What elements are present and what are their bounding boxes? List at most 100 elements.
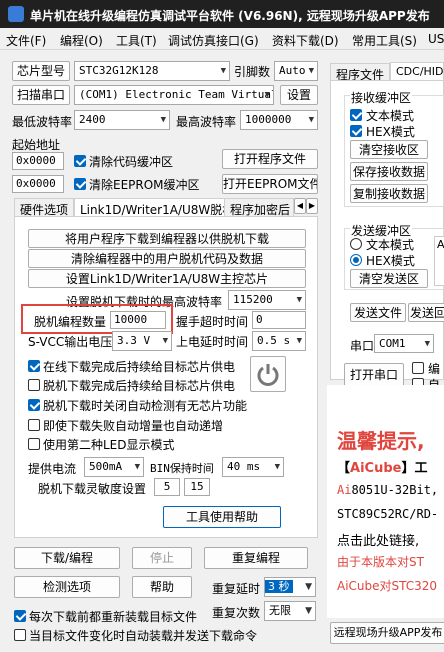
tips-panel: 温馨提示, 【AiCube】工 Ai8051U-32Bit, STC89C52R…: [327, 385, 444, 618]
opt-led-mode-checkbox[interactable]: [28, 438, 40, 450]
min-baud-value: 2400: [79, 113, 106, 126]
aicube-link[interactable]: AiCube: [350, 461, 401, 476]
tips-line-version: 由于本版本对ST: [337, 555, 424, 569]
recv-hex-mode-checkbox[interactable]: [350, 125, 362, 137]
menu-program[interactable]: 编程(O): [60, 32, 103, 49]
tab-scroll-right[interactable]: ▶: [306, 198, 318, 214]
sensitivity-a-input[interactable]: 5: [154, 478, 180, 496]
clear-eeprom-buffer-checkbox[interactable]: [74, 178, 86, 190]
chevron-down-icon: ▼: [274, 462, 280, 472]
help-button[interactable]: 帮助: [132, 576, 192, 598]
chevron-down-icon: ▼: [296, 336, 302, 346]
handshake-timeout-label: 握手超时时间: [176, 315, 249, 329]
send-file-button[interactable]: 发送文件: [350, 303, 406, 322]
menu-file[interactable]: 文件(F): [6, 32, 46, 49]
eeprom-start-address-input[interactable]: 0x0000: [12, 175, 64, 193]
auto-load-checkbox[interactable]: [14, 629, 26, 641]
tips-ai-prefix: Ai: [337, 483, 352, 497]
tab-cdc-hid[interactable]: CDC/HID: [390, 62, 444, 80]
clear-writer-code-button[interactable]: 清除编程器中的用户脱机代码及数据: [28, 249, 306, 268]
tab-scroll-left[interactable]: ◀: [294, 198, 306, 214]
menu-downloads[interactable]: 资料下载(D): [272, 32, 339, 49]
tool-help-button[interactable]: 工具使用帮助: [163, 506, 281, 528]
chevron-down-icon: ▼: [264, 90, 270, 100]
send-hex-mode-label: HEX模式: [366, 254, 415, 268]
svcc-voltage-select[interactable]: 3.3 V ▼: [112, 331, 172, 351]
opt-online-power-checkbox[interactable]: [28, 360, 40, 372]
handshake-timeout-input[interactable]: 0: [252, 311, 306, 329]
chevron-down-icon: ▼: [308, 66, 314, 76]
auto-load-label: 当目标文件变化时自动装载并发送下载命令: [29, 629, 258, 643]
download-program-button[interactable]: 下载/编程: [14, 547, 120, 569]
chevron-down-icon: ▼: [134, 462, 140, 472]
opt-offline-power-label: 脱机下载完成后持续给目标芯片供电: [43, 379, 236, 393]
opt-offline-power-checkbox[interactable]: [28, 379, 40, 391]
send-hex-mode-radio[interactable]: [350, 254, 362, 266]
download-to-writer-button[interactable]: 将用户程序下载到编程器以供脱机下载: [28, 229, 306, 248]
supply-current-select[interactable]: 500mA ▼: [84, 457, 144, 477]
chevron-down-icon: ▼: [162, 336, 168, 346]
pin-count-value: Auto: [279, 64, 306, 77]
powerup-delay-label: 上电延时时间: [176, 335, 249, 349]
clear-eeprom-buffer-label: 清除EEPROM缓冲区: [89, 178, 200, 192]
supply-current-value: 500mA: [89, 460, 123, 473]
power-button[interactable]: [250, 356, 286, 392]
save-recv-button[interactable]: 保存接收数据: [350, 162, 428, 181]
pin-count-select[interactable]: Auto ▼: [274, 61, 318, 81]
recv-text-mode-checkbox[interactable]: [350, 109, 362, 121]
max-baud-select[interactable]: 1000000 ▼: [240, 110, 318, 130]
stop-button[interactable]: 停止: [132, 547, 192, 569]
repeat-count-select[interactable]: 无限 ▼: [264, 601, 316, 621]
tips-ai-rest: 8051U-32Bit,: [351, 483, 439, 497]
chip-model-label[interactable]: 芯片型号: [12, 61, 70, 81]
repeat-program-button[interactable]: 重复编程: [204, 547, 308, 569]
title-bar: 单片机在线升级编程仿真调试平台软件 (V6.96N), 远程现场升级APP发布: [0, 0, 444, 28]
remote-publish-button[interactable]: 远程现场升级APP发布: [330, 622, 444, 644]
menu-debug-interface[interactable]: 调试仿真接口(G): [168, 32, 259, 49]
open-eeprom-file-button[interactable]: 打开EEPROM文件: [222, 174, 318, 194]
bin-hold-select[interactable]: 40 ms ▼: [222, 457, 284, 477]
code-start-address-input[interactable]: 0x0000: [12, 152, 64, 170]
bin-hold-value: 40 ms: [227, 460, 261, 473]
recv-buffer-title: 接收缓冲区: [350, 89, 413, 106]
menu-tools[interactable]: 工具(T): [116, 32, 157, 49]
clear-send-button[interactable]: 清空发送区: [350, 269, 428, 288]
reload-before-download-label: 每次下载前都重新装载目标文件: [29, 610, 198, 624]
opt-auto-increment-checkbox[interactable]: [28, 419, 40, 431]
send-text-mode-radio[interactable]: [350, 238, 362, 250]
powerup-delay-select[interactable]: 0.5 s ▼: [252, 331, 306, 351]
copy-recv-button[interactable]: 复制接收数据: [350, 184, 428, 203]
open-program-file-button[interactable]: 打开程序文件: [222, 149, 318, 169]
open-serial-button[interactable]: 打开串口: [344, 363, 404, 387]
send-back-button[interactable]: 发送回: [408, 303, 444, 322]
menu-us[interactable]: US: [428, 32, 444, 46]
chip-model-value: STC32G12K128: [79, 64, 159, 77]
min-baud-select[interactable]: 2400 ▼: [74, 110, 170, 130]
svcc-voltage-label: S-VCC输出电压: [28, 335, 113, 349]
tips-line-link[interactable]: 点击此处链接,: [337, 530, 419, 549]
scan-port-button[interactable]: 扫描串口: [12, 85, 70, 105]
repeat-delay-select[interactable]: 3 秒 ▼: [264, 577, 316, 597]
port-settings-button[interactable]: 设置: [280, 85, 318, 105]
send-data-box[interactable]: A.: [434, 236, 444, 286]
chip-model-select[interactable]: STC32G12K128 ▼: [74, 61, 230, 81]
opt-disable-detect-checkbox[interactable]: [28, 399, 40, 411]
serial-port-label: 串口: [350, 339, 375, 353]
sensitivity-b-input[interactable]: 15: [184, 478, 210, 496]
serial-port-select[interactable]: COM1 ▼: [374, 334, 434, 353]
tips-bracket-close: 】工: [401, 461, 428, 476]
setup-master-chip-button[interactable]: 设置Link1D/Writer1A/U8W主控芯片: [28, 269, 306, 288]
clear-recv-button[interactable]: 清空接收区: [350, 140, 428, 159]
clear-code-buffer-checkbox[interactable]: [74, 155, 86, 167]
repeat-delay-label: 重复延时: [212, 582, 261, 596]
port-select[interactable]: (COM1) Electronic Team Virtual ▼: [74, 85, 274, 105]
menu-common-tools[interactable]: 常用工具(S): [352, 32, 417, 49]
edit-checkbox[interactable]: [412, 362, 424, 374]
detect-options-button[interactable]: 检测选项: [14, 576, 120, 598]
max-baud-value: 1000000: [245, 113, 292, 126]
recv-hex-mode-label: HEX模式: [366, 125, 415, 139]
edit-label: 编: [428, 362, 441, 376]
reload-before-download-checkbox[interactable]: [14, 610, 26, 622]
opt-led-mode-label: 使用第二种LED显示模式: [43, 438, 175, 452]
offline-max-baud-select[interactable]: 115200 ▼: [228, 290, 306, 310]
